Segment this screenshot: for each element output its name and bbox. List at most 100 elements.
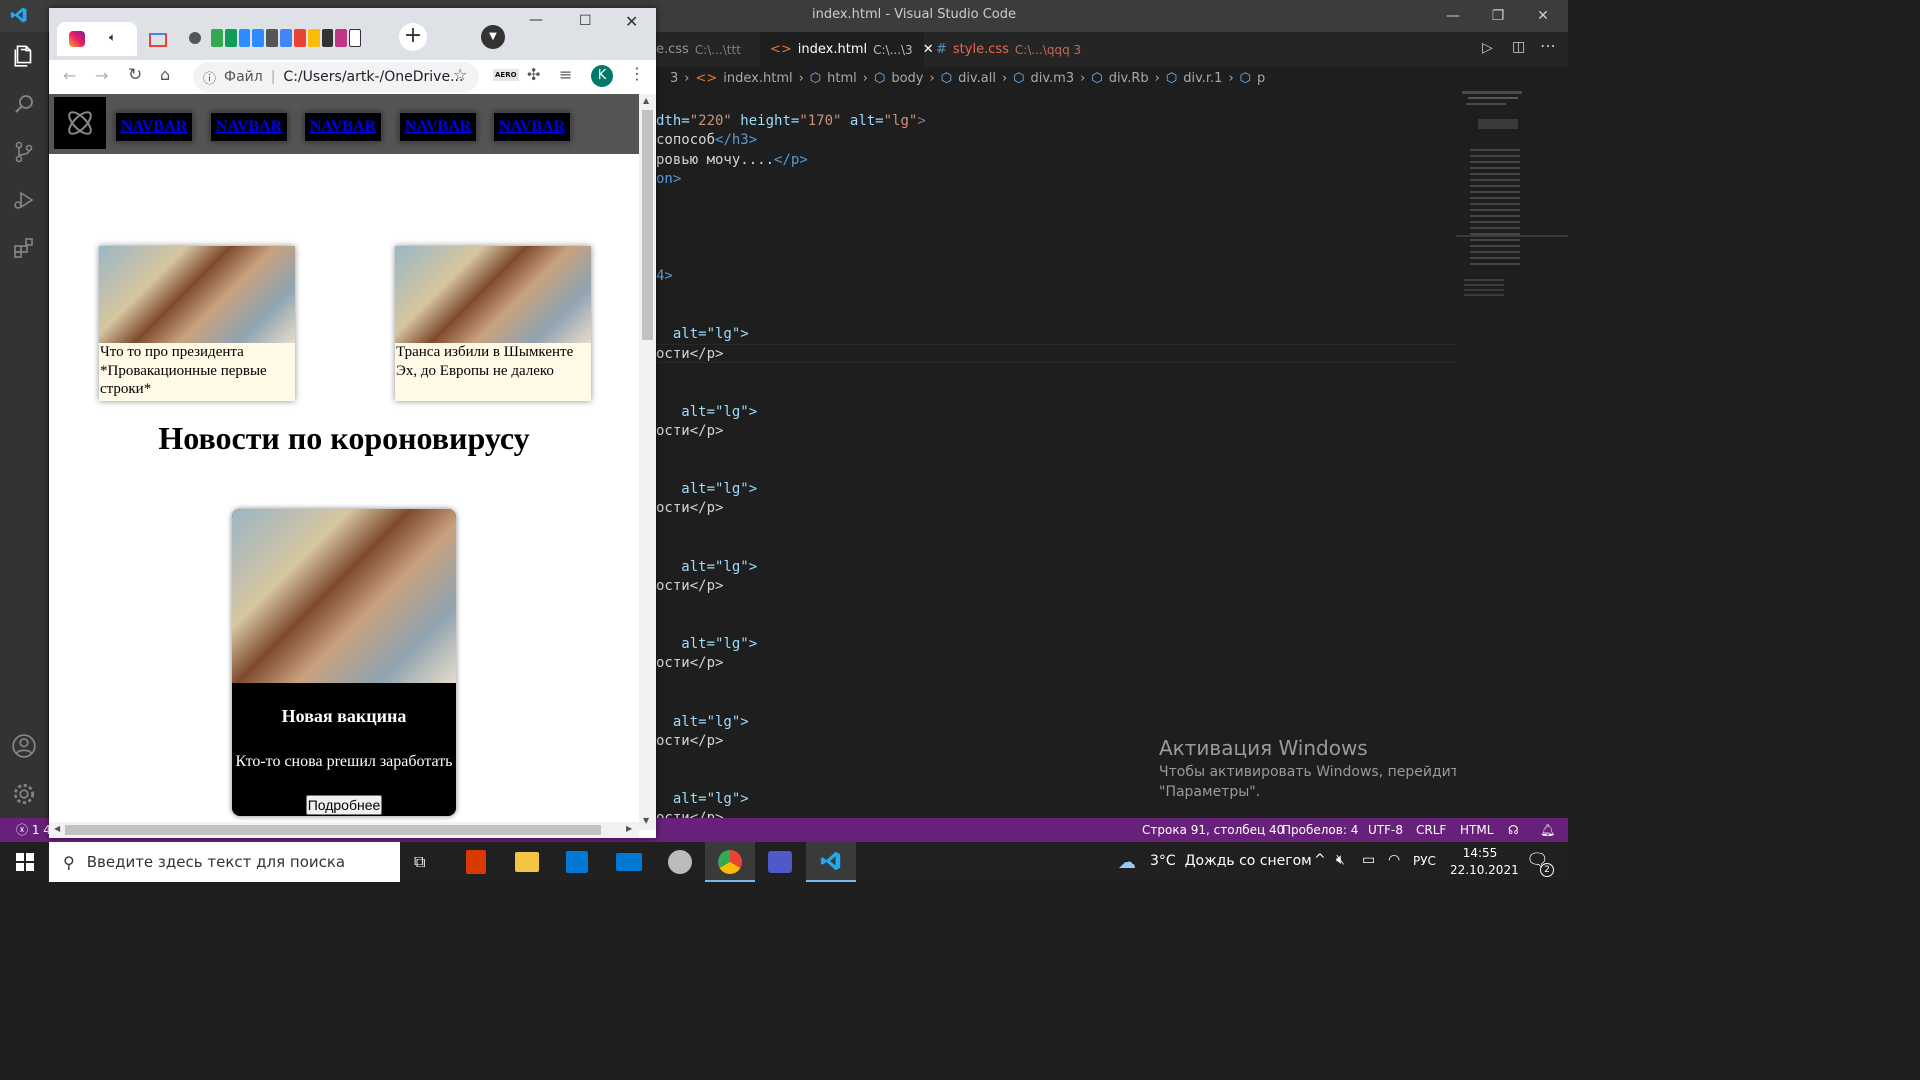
scroll-up-icon[interactable]: ▲: [643, 96, 649, 105]
scroll-down-icon[interactable]: ▼: [643, 816, 649, 825]
breadcrumb-item[interactable]: html: [827, 71, 857, 86]
minimize-button[interactable]: —: [1430, 0, 1476, 32]
tab-favicon-icon[interactable]: [307, 29, 320, 47]
notion-favicon-icon[interactable]: [321, 29, 334, 47]
weather-icon[interactable]: ☁: [1118, 852, 1136, 873]
tab-style-css[interactable]: # style.css C:\...\qqq 3: [926, 32, 1101, 67]
tab-search-icon[interactable]: ▼: [481, 25, 505, 49]
nav-link[interactable]: NAVBAR: [499, 118, 565, 136]
chrome-taskbar-button[interactable]: [705, 842, 755, 882]
nav-item[interactable]: NAVBAR: [115, 112, 193, 142]
browser-tab[interactable]: [141, 30, 181, 56]
split-editor-icon[interactable]: ◫: [1512, 39, 1525, 55]
maximize-button[interactable]: ☐: [579, 13, 592, 29]
nav-item[interactable]: NAVBAR: [399, 112, 477, 142]
minimap[interactable]: [1456, 89, 1568, 818]
extensions-icon[interactable]: [0, 224, 48, 272]
news-card[interactable]: Что то про президента *Провакационные пе…: [99, 246, 295, 401]
encoding[interactable]: UTF-8: [1368, 818, 1403, 842]
tab-favicon-icon[interactable]: [266, 29, 279, 47]
tab-favicon-icon[interactable]: [224, 29, 237, 47]
breadcrumb-item[interactable]: div.Rb: [1109, 71, 1149, 86]
tab-favicon-icon[interactable]: [211, 29, 223, 47]
media-queue-icon[interactable]: ≡: [559, 65, 572, 84]
menu-kebab-icon[interactable]: ⋮: [629, 64, 645, 83]
breadcrumb-item[interactable]: p: [1257, 71, 1265, 86]
chevron-up-icon[interactable]: ^: [1314, 852, 1326, 868]
scrollbar-thumb[interactable]: [642, 110, 653, 340]
notion-favicon-icon[interactable]: [349, 29, 361, 47]
breadcrumb-item[interactable]: div.r.1: [1183, 71, 1222, 86]
forward-arrow-icon[interactable]: →: [95, 66, 108, 85]
language-indicator[interactable]: РУС: [1413, 854, 1436, 868]
problems-indicator[interactable]: ⓧ 1 4: [16, 818, 51, 842]
close-window-button[interactable]: ✕: [1520, 0, 1566, 32]
scroll-right-icon[interactable]: ▶: [626, 824, 632, 833]
details-button[interactable]: Подробнее: [306, 795, 382, 815]
line-ending[interactable]: CRLF: [1416, 818, 1446, 842]
news-card[interactable]: Транса избили в Шымкенте Эх, до Европы н…: [395, 246, 591, 401]
new-tab-button[interactable]: +: [399, 23, 427, 51]
vertical-scrollbar[interactable]: ▲ ▼: [639, 94, 656, 830]
task-view-icon[interactable]: ⧉: [414, 852, 425, 872]
nav-item[interactable]: NAVBAR: [304, 112, 382, 142]
run-debug-icon[interactable]: [0, 176, 48, 224]
back-arrow-icon[interactable]: ←: [63, 66, 76, 85]
scrollbar-thumb[interactable]: [65, 825, 601, 835]
file-explorer-icon[interactable]: [515, 852, 539, 872]
reload-icon[interactable]: ↻: [128, 65, 142, 85]
browser-tab-active[interactable]: 🔈︎: [57, 22, 137, 56]
tab-favicon-icon[interactable]: [280, 29, 292, 47]
bookmark-star-icon[interactable]: ☆: [453, 65, 467, 84]
mail-icon[interactable]: [616, 853, 642, 871]
feedback-icon[interactable]: ☊: [1508, 818, 1519, 842]
instagram-favicon-icon[interactable]: [335, 29, 348, 47]
nav-link[interactable]: NAVBAR: [121, 118, 187, 136]
clock[interactable]: 14:55 22.10.2021: [1450, 845, 1519, 879]
home-icon[interactable]: ⌂: [160, 65, 170, 84]
cursor-position[interactable]: Строка 91, столбец 40: [1142, 818, 1284, 842]
wifi-icon[interactable]: ◠: [1388, 852, 1400, 868]
aero-extension-icon[interactable]: AERO: [493, 69, 519, 81]
nav-link[interactable]: NAVBAR: [310, 118, 376, 136]
breadcrumb-item[interactable]: div.all: [958, 71, 996, 86]
vscode-taskbar-button[interactable]: [806, 842, 856, 882]
logo[interactable]: [54, 97, 106, 149]
minimize-button[interactable]: —: [529, 12, 543, 28]
horizontal-scrollbar[interactable]: ◀ ▶: [49, 822, 639, 838]
store-icon[interactable]: [566, 851, 588, 873]
run-icon[interactable]: ▷: [1482, 40, 1493, 56]
code-editor[interactable]: dth="220" height="170" alt="lg"> сопособ…: [656, 89, 1456, 818]
restore-button[interactable]: ❐: [1475, 0, 1521, 32]
address-bar[interactable]: ⓘ Файл | C:/Users/artk-/OneDrive...: [193, 62, 479, 92]
more-actions-icon[interactable]: ⋯: [1540, 36, 1556, 55]
close-window-button[interactable]: ✕: [625, 12, 638, 31]
settings-gear-icon[interactable]: [0, 770, 48, 818]
nav-item[interactable]: NAVBAR: [210, 112, 288, 142]
weather-text[interactable]: 3°C Дождь со снегом: [1150, 853, 1312, 869]
gmail-favicon-icon[interactable]: [293, 29, 306, 47]
search-icon[interactable]: [0, 80, 48, 128]
zoom-favicon-icon[interactable]: [238, 29, 251, 47]
tab-favicon-icon[interactable]: [189, 32, 201, 44]
volume-muted-icon[interactable]: 🔇︎: [1336, 852, 1345, 868]
tab-index-html[interactable]: <> index.html C:\...\3 ✕: [760, 32, 934, 67]
battery-icon[interactable]: ▭: [1362, 852, 1375, 868]
info-icon[interactable]: ⓘ: [203, 68, 216, 87]
extensions-puzzle-icon[interactable]: ✣: [527, 65, 540, 84]
source-control-icon[interactable]: [0, 128, 48, 176]
zoom-favicon-icon[interactable]: [252, 29, 265, 47]
speaker-icon[interactable]: 🔈︎: [109, 30, 116, 45]
office-app-icon[interactable]: [466, 850, 486, 874]
app-icon[interactable]: [668, 850, 692, 874]
breadcrumb-item[interactable]: div.m3: [1031, 71, 1075, 86]
start-button[interactable]: [0, 842, 49, 882]
scroll-left-icon[interactable]: ◀: [54, 824, 60, 833]
language-mode[interactable]: HTML: [1460, 818, 1493, 842]
teams-icon[interactable]: [768, 851, 792, 873]
profile-avatar[interactable]: K: [591, 65, 613, 87]
explorer-icon[interactable]: [0, 32, 48, 80]
notifications-bell-icon[interactable]: 🔔︎: [1540, 818, 1555, 842]
indentation[interactable]: Пробелов: 4: [1282, 818, 1358, 842]
breadcrumb-item[interactable]: 3: [670, 71, 678, 86]
